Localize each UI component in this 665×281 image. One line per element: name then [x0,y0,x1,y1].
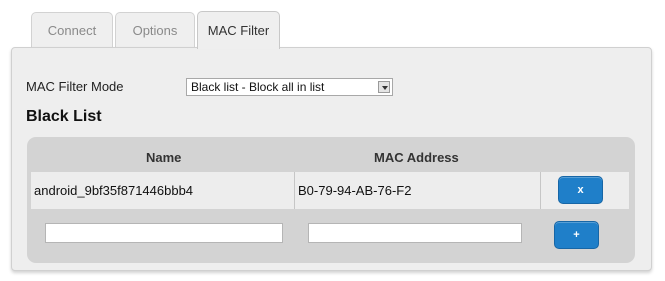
new-mac-input[interactable] [308,223,522,243]
column-divider [294,172,295,209]
filter-mode-value: Black list - Block all in list [191,80,325,94]
column-header-name: Name [146,150,182,165]
filter-mode-label: MAC Filter Mode [26,79,124,94]
table-row: android_9bf35f871446bbb4 B0-79-94-AB-76-… [31,172,629,209]
new-name-input[interactable] [45,223,283,243]
black-list-table: Name MAC Address android_9bf35f871446bbb… [27,137,635,263]
tab-mac-filter[interactable]: MAC Filter [197,11,280,49]
delete-entry-button[interactable]: x [558,176,603,204]
column-divider [540,172,541,209]
tab-connect[interactable]: Connect [31,12,113,48]
row-mac-address: B0-79-94-AB-76-F2 [298,183,412,198]
column-header-mac: MAC Address [374,150,459,165]
add-entry-button[interactable]: + [554,221,599,249]
row-name: android_9bf35f871446bbb4 [34,183,194,198]
tab-options[interactable]: Options [115,12,195,48]
black-list-title: Black List [26,108,102,125]
mac-filter-panel: MAC Filter Mode Black list - Block all i… [11,47,652,271]
filter-mode-select[interactable]: Black list - Block all in list [186,78,393,96]
chevron-down-icon[interactable] [378,81,390,93]
